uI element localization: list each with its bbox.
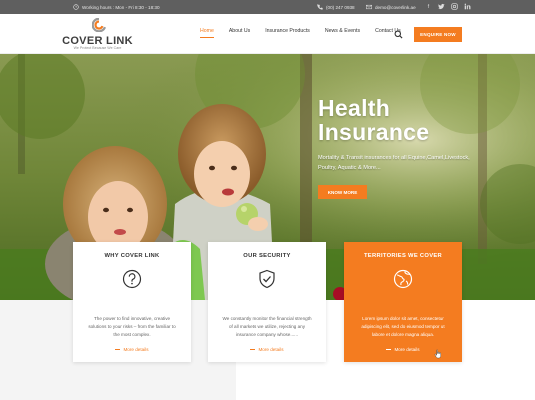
dash-icon <box>386 348 392 350</box>
phone[interactable]: (00) 247 0938 <box>317 4 355 10</box>
more-details-label: More details <box>394 346 420 352</box>
feature-card-security: OUR SECURITY We constantly monitor the f… <box>208 242 326 362</box>
more-details-link[interactable]: More details <box>344 347 462 352</box>
email[interactable]: demo@coverlink.ae <box>366 4 416 10</box>
more-details-link[interactable]: More details <box>208 347 326 352</box>
dash-icon <box>250 348 256 350</box>
mail-icon <box>366 4 372 10</box>
nav-news-events[interactable]: News & Events <box>325 28 360 37</box>
feature-card-why: WHY COVER LINK The power to find innovat… <box>73 242 191 362</box>
facebook-icon[interactable]: f <box>425 3 432 10</box>
know-more-button[interactable]: KNOW MORE <box>318 185 367 199</box>
more-details-label: More details <box>123 346 149 352</box>
nav-about-us[interactable]: About Us <box>229 28 250 37</box>
hero-text: Health Insurance Mortality & Transit ins… <box>318 96 518 199</box>
hero-description: Mortality & Transit insurances for all E… <box>318 155 470 171</box>
card-text: We constantly monitor the financial stre… <box>222 316 312 338</box>
logo[interactable]: COVER LINK We Protect Because We Care <box>60 17 135 53</box>
clock-icon <box>73 4 79 10</box>
card-text: The power to find innovative, creative s… <box>88 316 176 338</box>
hand-cursor-icon <box>434 349 441 359</box>
feature-card-territories: TERRITORIES WE COVER Lorem ipsum dolor s… <box>344 242 462 362</box>
card-title: OUR SECURITY <box>243 253 291 259</box>
social-links: f <box>425 3 471 10</box>
site-header: COVER LINK We Protect Because We Care Ho… <box>0 14 535 54</box>
shield-check-icon <box>259 269 275 289</box>
nav-home[interactable]: Home <box>200 28 214 38</box>
phone-icon <box>317 4 323 10</box>
working-hours: Working hours : Mon - Fri 8:30 - 18:30 <box>73 4 160 10</box>
card-text: Lorem ipsum dolor sit amet, consectetur … <box>361 316 445 338</box>
nav-insurance-products[interactable]: Insurance Products <box>265 28 310 37</box>
twitter-icon[interactable] <box>438 3 445 10</box>
linkedin-icon[interactable] <box>464 3 471 10</box>
logo-mark <box>92 18 106 32</box>
phone-text: (00) 247 0938 <box>326 4 355 10</box>
dash-icon <box>115 348 121 350</box>
hero-title-line2: Insurance <box>318 119 430 145</box>
instagram-icon[interactable] <box>451 3 458 10</box>
hero-title-line1: Health <box>318 95 391 121</box>
working-hours-text: Working hours : Mon - Fri 8:30 - 18:30 <box>82 4 160 10</box>
more-details-link[interactable]: More details <box>73 347 191 352</box>
main-nav: Home About Us Insurance Products News & … <box>200 28 416 38</box>
more-details-label: More details <box>258 346 284 352</box>
card-title: TERRITORIES WE COVER <box>363 253 443 259</box>
globe-icon <box>393 269 413 289</box>
search-icon[interactable] <box>394 30 403 39</box>
hero-title: Health Insurance <box>318 96 518 144</box>
enquire-now-button[interactable]: ENQUIRE NOW <box>414 27 462 42</box>
question-icon <box>122 269 142 289</box>
card-title: WHY COVER LINK <box>104 253 160 259</box>
logo-tagline: We Protect Because We Care <box>73 46 122 50</box>
top-info-bar: Working hours : Mon - Fri 8:30 - 18:30 (… <box>0 0 535 14</box>
email-text: demo@coverlink.ae <box>375 4 416 10</box>
